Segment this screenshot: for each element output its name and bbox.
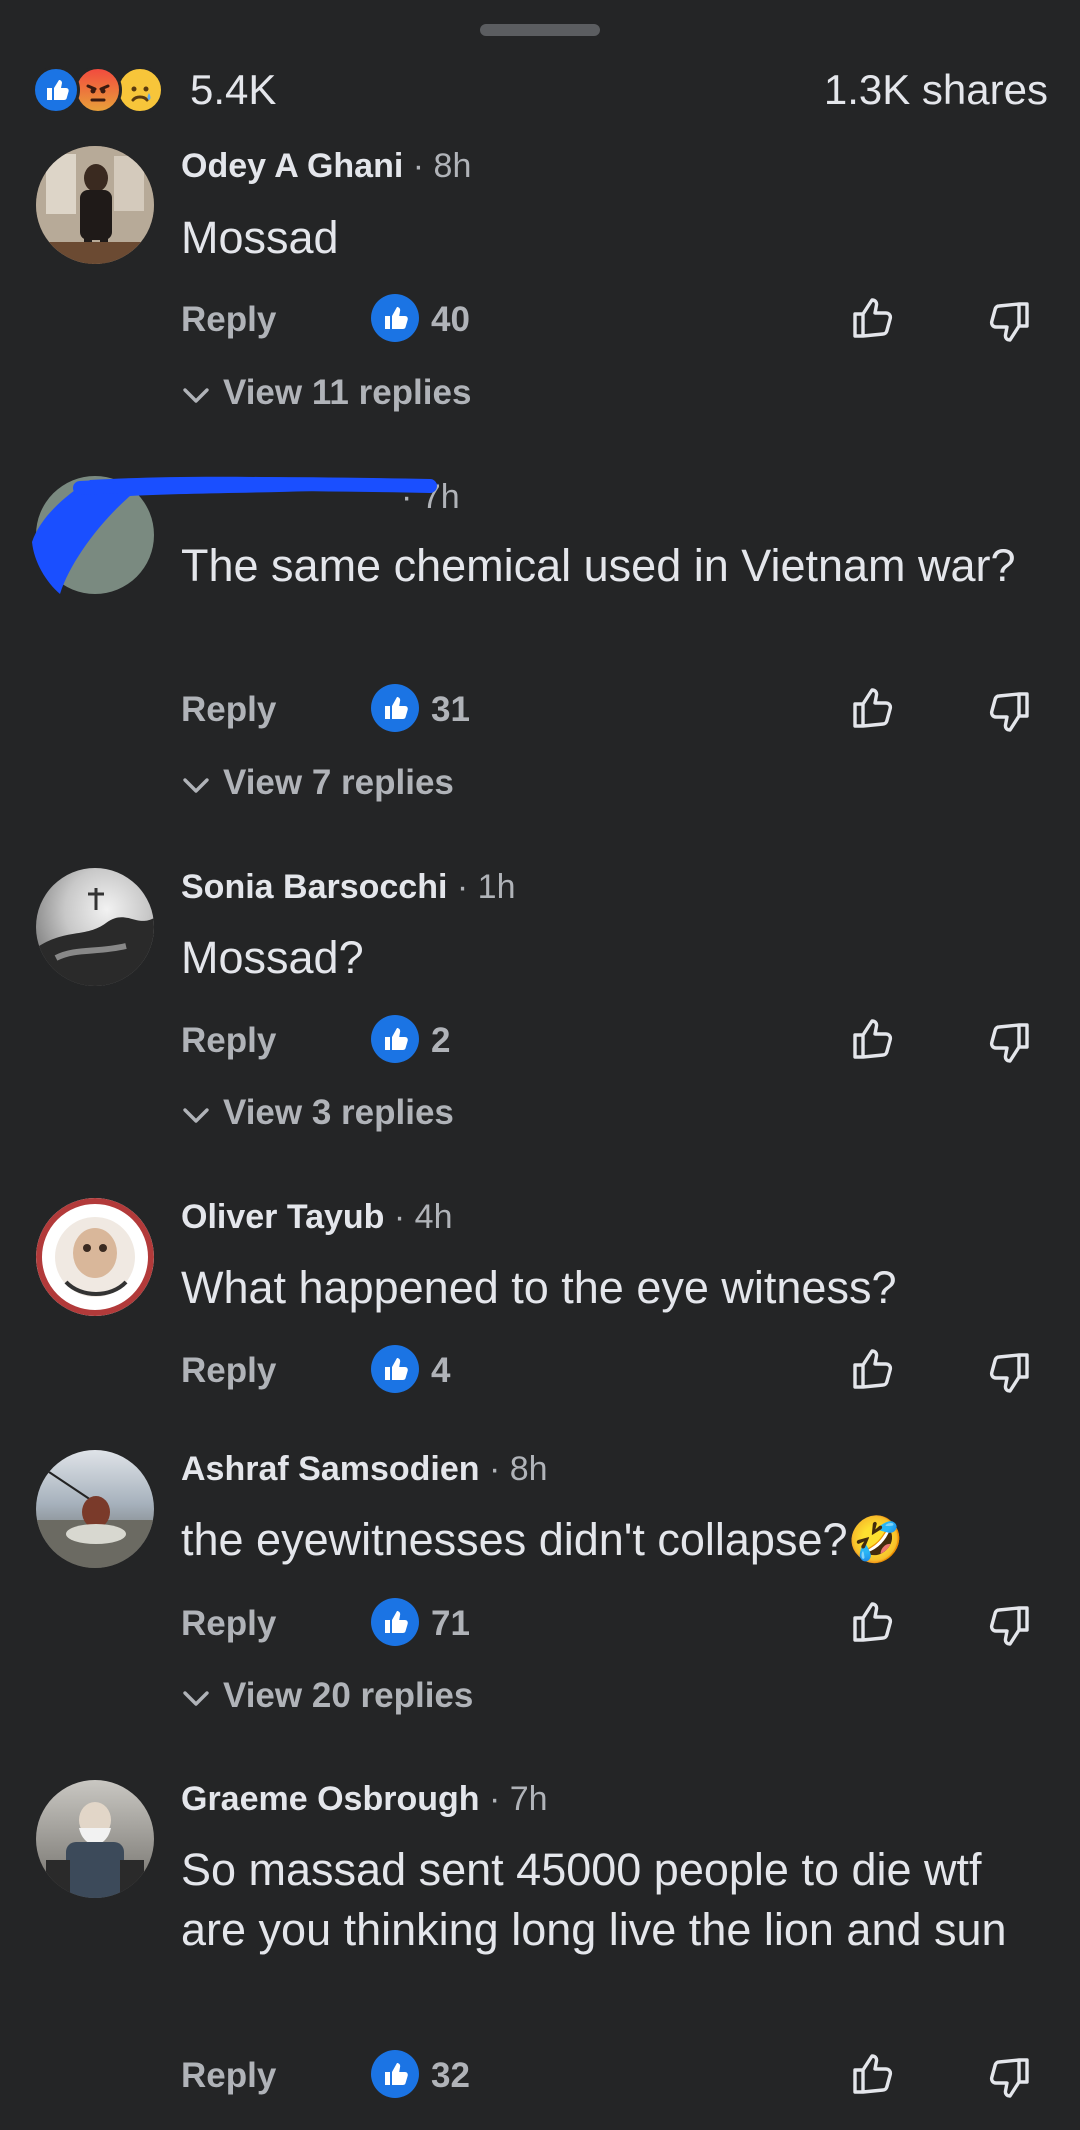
author-name[interactable]: Oliver Tayub <box>181 1198 384 1236</box>
reaction-count[interactable]: 5.4K <box>190 66 276 114</box>
author-line: Odey A Ghani · 8h <box>181 147 471 186</box>
thumbs-down-icon[interactable] <box>981 1600 1033 1652</box>
thumbs-up-icon[interactable] <box>849 1343 901 1395</box>
view-replies-label: View 3 replies <box>223 1093 454 1132</box>
like-badge-icon <box>371 294 419 342</box>
avatar[interactable] <box>36 1450 154 1568</box>
comment-time[interactable]: 1h <box>478 868 516 906</box>
like-badge-icon <box>371 2050 419 2098</box>
sad-reaction-icon <box>116 66 164 114</box>
comment-actions: Reply 4 <box>181 1345 1051 1401</box>
thumbs-down-icon[interactable] <box>981 296 1033 348</box>
like-badge-icon <box>371 684 419 732</box>
comment-time[interactable]: 8h <box>434 147 472 185</box>
thumbs-up-icon[interactable] <box>849 1596 901 1648</box>
thumbs-down-icon[interactable] <box>981 1347 1033 1399</box>
reply-button[interactable]: Reply <box>181 1604 276 1644</box>
reply-button[interactable]: Reply <box>181 300 276 340</box>
author-line: Graeme Osbrough · 7h <box>181 1780 548 1819</box>
reply-button[interactable]: Reply <box>181 1351 276 1391</box>
chevron-down-icon <box>183 1691 209 1706</box>
comment-text: So massad sent 45000 people to die wtf a… <box>181 1844 1007 1955</box>
reaction-icons[interactable] <box>32 66 182 116</box>
view-replies-button[interactable]: View 20 replies <box>181 1676 473 1716</box>
angry-reaction-icon <box>74 66 122 114</box>
author-line: Ashraf Samsodien · 8h <box>181 1450 548 1489</box>
like-count[interactable]: 32 <box>431 2056 470 2096</box>
thumbs-up-icon[interactable] <box>849 292 901 344</box>
view-replies-label: View 7 replies <box>223 763 454 802</box>
thumbs-down-icon[interactable] <box>981 1017 1033 1069</box>
chevron-down-icon <box>183 1108 209 1123</box>
view-replies-button[interactable]: View 11 replies <box>181 373 471 413</box>
thumbs-down-icon[interactable] <box>981 686 1033 738</box>
comments-sheet: 5.4K 1.3K shares Odey A Ghani · 8h Mossa… <box>0 0 1080 2130</box>
separator-dot: · <box>488 1780 501 1818</box>
view-replies-button[interactable]: View 3 replies <box>181 1093 454 1133</box>
avatar[interactable] <box>36 1780 154 1898</box>
view-replies-button[interactable]: View 7 replies <box>181 763 454 803</box>
drag-handle[interactable] <box>480 24 600 36</box>
thumbs-down-icon[interactable] <box>981 2052 1033 2104</box>
author-name[interactable]: Sonia Barsocchi <box>181 868 447 906</box>
author-name[interactable]: Odey A Ghani <box>181 147 403 185</box>
avatar[interactable] <box>36 868 154 986</box>
comment-text: What happened to the eye witness? <box>181 1262 897 1313</box>
separator-dot: · <box>412 147 425 185</box>
comment-time[interactable]: 7h <box>510 1780 548 1818</box>
thumbs-up-icon[interactable] <box>849 682 901 734</box>
reply-button[interactable]: Reply <box>181 690 276 730</box>
view-replies-label: View 11 replies <box>223 373 472 412</box>
like-count[interactable]: 71 <box>431 1604 470 1644</box>
like-badge-icon <box>371 1598 419 1646</box>
like-reaction-icon <box>32 66 80 114</box>
comment-time[interactable]: 8h <box>510 1450 548 1488</box>
like-count[interactable]: 31 <box>431 690 470 730</box>
comment-actions: Reply 71 <box>181 1598 1051 1654</box>
thumbs-up-icon[interactable] <box>849 1013 901 1065</box>
separator-dot: · <box>393 1198 406 1236</box>
like-badge-icon <box>371 1015 419 1063</box>
reaction-summary: 5.4K 1.3K shares <box>32 62 1048 120</box>
reply-button[interactable]: Reply <box>181 1021 276 1061</box>
separator-dot: · <box>456 868 469 906</box>
reply-button[interactable]: Reply <box>181 2056 276 2096</box>
author-name[interactable]: Graeme Osbrough <box>181 1780 480 1818</box>
comment-text: Mossad <box>181 212 339 263</box>
chevron-down-icon <box>183 388 209 403</box>
comment-text: The same chemical used in Vietnam war? <box>181 540 1016 591</box>
view-replies-label: View 20 replies <box>223 1676 474 1715</box>
comment-actions: Reply 40 <box>181 294 1051 350</box>
comment-actions: Reply 32 <box>181 2050 1051 2106</box>
comment-text: the eyewitnesses didn't collapse?🤣 <box>181 1514 904 1565</box>
like-badge-icon <box>371 1345 419 1393</box>
like-count[interactable]: 2 <box>431 1021 450 1061</box>
author-line: Oliver Tayub · 4h <box>181 1198 453 1237</box>
author-line: Sonia Barsocchi · 1h <box>181 868 515 907</box>
comment-actions: Reply 2 <box>181 1015 1051 1071</box>
comment-time[interactable]: 4h <box>415 1198 453 1236</box>
like-count[interactable]: 40 <box>431 300 470 340</box>
thumbs-up-icon[interactable] <box>849 2048 901 2100</box>
comment-actions: Reply 31 <box>181 684 1051 740</box>
avatar[interactable] <box>36 1198 154 1316</box>
separator-dot: · <box>488 1450 501 1488</box>
avatar[interactable] <box>36 146 154 264</box>
author-name[interactable]: Ashraf Samsodien <box>181 1450 480 1488</box>
chevron-down-icon <box>183 778 209 793</box>
comment-text: Mossad? <box>181 932 364 983</box>
shares-count[interactable]: 1.3K shares <box>824 66 1048 114</box>
like-count[interactable]: 4 <box>431 1351 450 1391</box>
